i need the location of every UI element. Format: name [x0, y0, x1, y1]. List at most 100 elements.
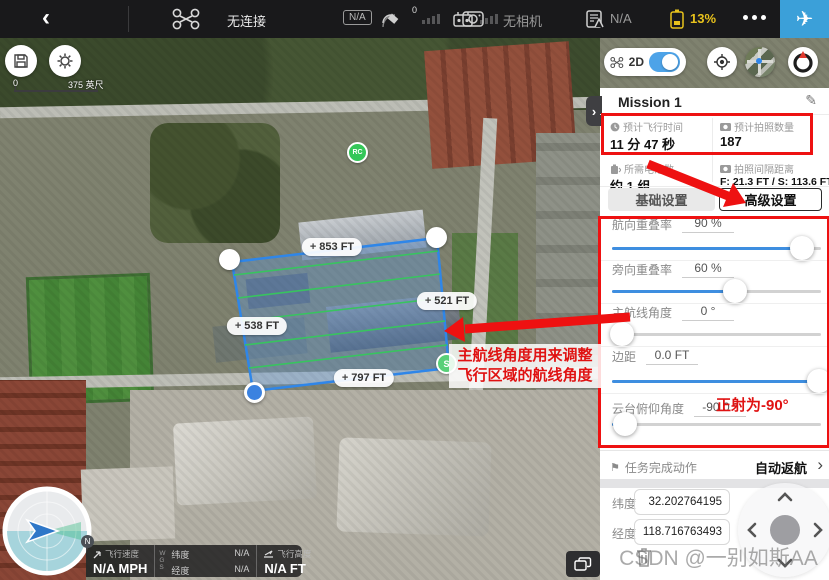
slider-handle[interactable]	[807, 369, 829, 393]
longitude-label: 经度	[612, 525, 636, 542]
plus-icon: +	[425, 295, 431, 307]
slider-handle[interactable]	[790, 236, 814, 260]
stat-label: 预计飞行时间	[623, 119, 683, 134]
mission-polygon	[232, 238, 449, 391]
edge-distance-label: + 797 FT	[334, 369, 394, 387]
battery-count-icon	[610, 164, 621, 174]
margin-slider[interactable]	[612, 380, 821, 383]
mission-settings-button[interactable]	[49, 45, 81, 77]
telemetry-coordinates: WGS 纬度N/A 经度N/A	[154, 545, 256, 577]
edit-mission-icon[interactable]: ✎	[805, 92, 817, 109]
altitude-value: N/A FT	[264, 561, 311, 576]
tab-basic-settings[interactable]: 基础设置	[608, 188, 715, 211]
annotation-note-line1: 主航线角度用来调整	[457, 346, 592, 366]
battery-icon	[668, 8, 686, 30]
nudge-right-button[interactable]	[815, 524, 821, 536]
finish-action-row[interactable]: ⚑ 任务完成动作 自动返航 ›	[600, 450, 829, 480]
drone-icon	[610, 56, 624, 69]
more-menu-button[interactable]	[743, 15, 766, 20]
camera-signal-icon	[462, 9, 486, 28]
compass-icon	[790, 49, 816, 75]
minimap-position-dot	[756, 58, 762, 64]
connection-status: 无连接	[227, 11, 266, 30]
nudge-left-button[interactable]	[749, 524, 755, 536]
edge-distance-label: + 521 FT	[417, 292, 477, 310]
speed-value: N/A MPH	[93, 561, 147, 576]
drone-status-icon	[172, 8, 200, 30]
stat-value: 187	[720, 134, 742, 149]
margin-label: 边距	[612, 348, 636, 365]
edge-distance-value: 797 FT	[351, 372, 386, 384]
route-angle-value[interactable]: 0 °	[682, 304, 734, 321]
telemetry-bar: 飞行速度 N/A MPH WGS 纬度N/A 经度N/A 飞行高度 N/A FT	[86, 545, 302, 577]
attitude-compass	[1, 485, 93, 577]
north-label: N	[85, 537, 91, 546]
slider-row-label: 主航线角度 0 °	[612, 304, 734, 321]
delete-button[interactable]	[634, 546, 654, 573]
map-mode-label: 2D	[629, 55, 644, 69]
plus-icon: +	[235, 320, 241, 332]
flight-record-icon	[585, 9, 605, 29]
course-overlap-slider[interactable]	[612, 247, 821, 250]
margin-value[interactable]: 0.0 FT	[646, 348, 698, 365]
telemetry-altitude: 飞行高度 N/A FT	[256, 545, 318, 577]
minimap-thumbnail[interactable]	[745, 47, 775, 77]
edge-distance-value: 521 FT	[434, 295, 469, 307]
trash-icon	[634, 546, 654, 568]
rc-position-marker: RC	[347, 142, 368, 163]
annotation-note-line2: 飞行区域的航线角度	[457, 366, 592, 386]
panel-header: Mission 1 ✎	[600, 88, 829, 115]
edge-distance-value: 538 FT	[244, 320, 279, 332]
annotation-note: 主航线角度用来调整 飞行区域的航线角度	[449, 344, 601, 388]
save-mission-button[interactable]	[5, 45, 37, 77]
side-overlap-slider[interactable]	[612, 290, 821, 293]
rc-status-value: N/A	[610, 11, 632, 26]
save-icon	[13, 53, 29, 69]
plus-icon: +	[342, 372, 348, 384]
locate-icon	[713, 53, 731, 71]
waypoint-vertex-selected[interactable]	[244, 382, 265, 403]
photo-interval-icon	[720, 164, 731, 173]
nudge-up-button[interactable]	[779, 494, 791, 500]
camera-status: 无相机	[503, 11, 542, 30]
layers-icon	[574, 557, 592, 571]
divider	[600, 346, 829, 347]
dpad-chevrons	[738, 483, 829, 577]
wgs-label: WGS	[159, 550, 166, 571]
mission-title: Mission 1	[618, 94, 682, 110]
start-flight-button[interactable]: ✈	[780, 0, 829, 38]
stat-label: 所需电池数	[624, 161, 674, 176]
map-2d-toggle[interactable]	[649, 52, 680, 72]
waypoint-vertex[interactable]	[219, 249, 240, 270]
slider-handle[interactable]	[613, 412, 637, 436]
course-overlap-value[interactable]: 90 %	[682, 216, 734, 233]
slider-handle[interactable]	[610, 322, 634, 346]
latitude-input[interactable]: 32.202764195	[634, 489, 730, 515]
divider	[128, 6, 129, 32]
battery-percent: 13%	[690, 11, 716, 26]
slider-row-label: 边距 0.0 FT	[612, 348, 698, 365]
finish-action-value: 自动返航	[755, 458, 807, 477]
locate-button[interactable]	[707, 47, 737, 77]
map-layers-button[interactable]	[566, 551, 600, 577]
edge-distance-label: + 538 FT	[227, 317, 287, 335]
speed-label: 飞行速度	[105, 548, 139, 560]
app-window: S RC + 853 FT + 521 FT + 538 FT + 797 FT	[0, 0, 829, 580]
altitude-icon	[264, 550, 274, 559]
route-angle-slider[interactable]	[612, 333, 821, 336]
side-overlap-value[interactable]: 60 %	[682, 261, 734, 278]
dpad-center-button[interactable]	[770, 515, 800, 545]
longitude-input[interactable]: 118.716763493	[634, 519, 730, 545]
slider-handle[interactable]	[723, 279, 747, 303]
stat-label: 预计拍照数量	[734, 119, 794, 134]
back-button[interactable]: ‹	[42, 4, 50, 32]
waypoint-vertex[interactable]	[426, 227, 447, 248]
chevron-right-icon: ›	[817, 455, 823, 475]
tab-advanced-settings[interactable]: 高级设置	[719, 188, 822, 211]
stat-value: 11 分 47 秒	[610, 134, 675, 153]
nudge-down-button[interactable]	[779, 560, 791, 566]
gimbal-pitch-slider[interactable]	[612, 423, 821, 426]
clock-icon	[610, 122, 620, 132]
compass-reset-button[interactable]	[788, 47, 818, 77]
edge-distance-label: + 853 FT	[302, 238, 362, 256]
